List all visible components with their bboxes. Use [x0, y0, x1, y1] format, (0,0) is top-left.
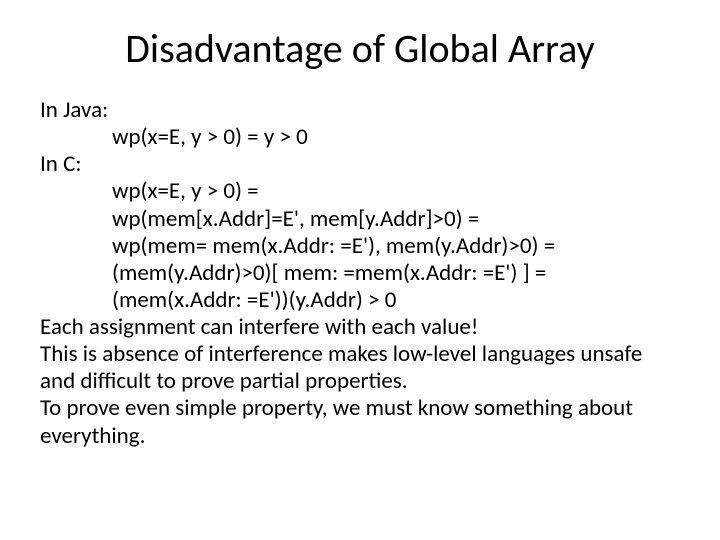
slide-body: In Java: wp(x=E, y > 0) = y > 0 In C: wp… — [40, 97, 680, 450]
text-line: In C: — [40, 151, 680, 178]
text-line: wp(x=E, y > 0) = y > 0 — [40, 124, 680, 151]
text-line: wp(x=E, y > 0) = — [40, 178, 680, 205]
text-line: In Java: — [40, 97, 680, 124]
text-line: wp(mem= mem(x.Addr: =E'), mem(y.Addr)>0)… — [40, 233, 680, 260]
slide-title: Disadvantage of Global Array — [40, 24, 680, 73]
text-line: Each assignment can interfere with each … — [40, 314, 680, 341]
text-line: wp(mem[x.Addr]=E', mem[y.Addr]>0) = — [40, 206, 680, 233]
slide: Disadvantage of Global Array In Java: wp… — [0, 0, 720, 540]
text-line: (mem(x.Addr: =E'))(y.Addr) > 0 — [40, 287, 680, 314]
text-line: To prove even simple property, we must k… — [40, 395, 680, 449]
text-line: This is absence of interference makes lo… — [40, 341, 680, 395]
text-line: (mem(y.Addr)>0)[ mem: =mem(x.Addr: =E') … — [40, 260, 680, 287]
